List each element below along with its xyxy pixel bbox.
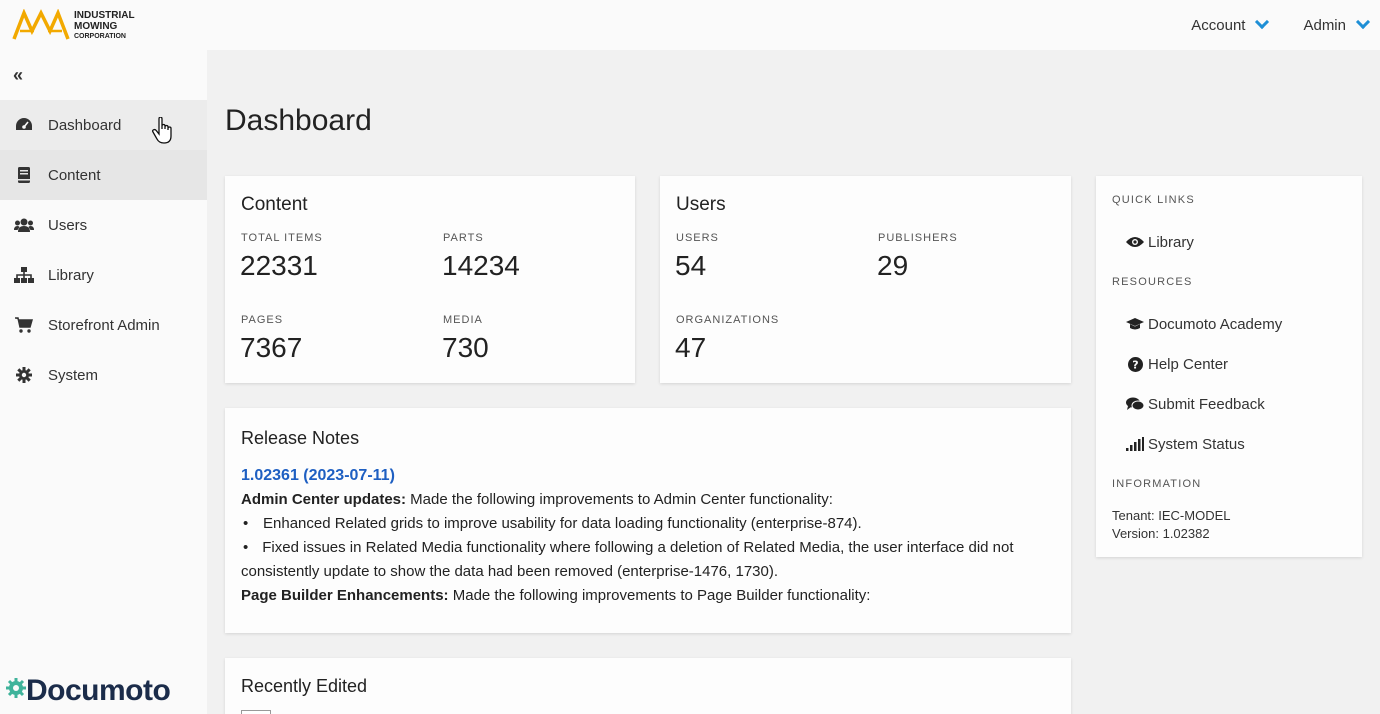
- cart-icon: [14, 315, 34, 335]
- academy-link[interactable]: Documoto Academy: [1126, 315, 1282, 333]
- chevron-down-icon: [1255, 14, 1270, 30]
- graduation-cap-icon: [1126, 315, 1144, 333]
- stat-label: ORGANIZATIONS: [676, 314, 780, 326]
- release-notes-title: Release Notes: [241, 428, 360, 448]
- version-info: Version: 1.02382: [1112, 526, 1210, 541]
- sidebar-item-label: Dashboard: [48, 116, 122, 134]
- logo-line-3: CORPORATION: [74, 32, 126, 40]
- system-status-link-label: System Status: [1148, 435, 1245, 453]
- release-section-heading: Page Builder Enhancements:: [241, 587, 449, 604]
- release-version-link[interactable]: 1.02361 (2023-07-11): [241, 467, 395, 484]
- stat-value: 29: [877, 250, 909, 281]
- stat-value: 47: [675, 332, 707, 363]
- gauge-icon: [14, 115, 34, 135]
- release-bullet: • Fixed issues in Related Media functiona…: [241, 536, 1061, 584]
- library-link[interactable]: Library: [1126, 233, 1194, 251]
- bullet-text: Fixed issues in Related Media functional…: [241, 539, 1014, 580]
- content-card-title: Content: [241, 194, 308, 215]
- academy-link-label: Documoto Academy: [1148, 315, 1283, 333]
- sidebar-item-users[interactable]: Users: [0, 200, 207, 250]
- sidebar-item-label: Content: [48, 166, 101, 184]
- resources-panel: QUICK LINKS Library RESOURCES Documoto A…: [1096, 176, 1362, 557]
- sidebar-item-label: Users: [48, 216, 88, 234]
- system-status-link[interactable]: System Status: [1126, 435, 1245, 453]
- svg-text:?: ?: [1132, 358, 1138, 371]
- collapse-sidebar-button[interactable]: «: [13, 65, 23, 86]
- stat-label: MEDIA: [443, 314, 483, 326]
- documoto-brand: Documoto: [6, 674, 171, 708]
- sidebar-item-storefront-admin[interactable]: Storefront Admin: [0, 300, 207, 350]
- sidebar-item-label: System: [48, 366, 99, 384]
- quick-links-heading: QUICK LINKS: [1112, 194, 1195, 206]
- sidebar-item-label: Library: [48, 266, 94, 284]
- account-menu[interactable]: Account: [1191, 14, 1270, 34]
- account-menu-label: Account: [1191, 16, 1246, 34]
- stat-value: 7367: [240, 332, 303, 363]
- eye-icon: [1126, 233, 1144, 251]
- release-notes-body: 1.02361 (2023-07-11) Admin Center update…: [241, 464, 1061, 608]
- signal-bars-icon: [1126, 435, 1144, 453]
- tenant-info: Tenant: IEC-MODEL: [1112, 508, 1231, 523]
- stat-label: USERS: [676, 232, 719, 244]
- release-section-2: Page Builder Enhancements: Made the foll…: [241, 584, 1061, 608]
- stat-value: 22331: [240, 250, 318, 281]
- help-center-link[interactable]: ? Help Center: [1126, 355, 1228, 373]
- header-menus: Account Admin: [1155, 14, 1371, 34]
- stat-label: PAGES: [241, 314, 284, 326]
- submit-feedback-link-label: Submit Feedback: [1148, 395, 1265, 413]
- brand-wordmark: Documoto: [26, 674, 171, 707]
- admin-menu[interactable]: Admin: [1303, 14, 1371, 34]
- stat-label: PUBLISHERS: [878, 232, 958, 244]
- users-card: Users USERS 54 PUBLISHERS 29 ORGANIZATIO…: [660, 176, 1071, 383]
- bullet-dot: •: [243, 539, 249, 556]
- content-card: Content TOTAL ITEMS 22331 PARTS 14234 PA…: [225, 176, 635, 383]
- admin-menu-label: Admin: [1303, 16, 1346, 34]
- users-icon: [14, 215, 34, 235]
- release-section-text: Made the following improvements to Admin…: [406, 491, 833, 508]
- stat-value: 14234: [442, 250, 520, 281]
- sidebar-item-library[interactable]: Library: [0, 250, 207, 300]
- recently-edited-title: Recently Edited: [241, 676, 368, 696]
- mower-logo-icon: [12, 9, 70, 40]
- release-bullet: • Enhanced Related grids to improve usabi…: [241, 512, 1061, 536]
- question-circle-icon: ?: [1126, 355, 1144, 373]
- logo-line-1: INDUSTRIAL: [74, 9, 135, 21]
- logo-line-2: MOWING: [74, 20, 118, 32]
- bullet-text: Enhanced Related grids to improve usabil…: [263, 515, 862, 532]
- recently-edited-card: Recently Edited: [225, 658, 1071, 714]
- company-logo[interactable]: INDUSTRIAL MOWING CORPORATION: [12, 9, 135, 41]
- stat-value: 730: [442, 332, 489, 363]
- sitemap-icon: [14, 265, 34, 285]
- sidebar-nav: Dashboard Content Users Library Storefro…: [0, 100, 207, 400]
- release-section-1: Admin Center updates: Made the following…: [241, 488, 1061, 512]
- sidebar: « Dashboard Content Users Library Storef…: [0, 50, 207, 714]
- top-header: INDUSTRIAL MOWING CORPORATION Account Ad…: [0, 0, 1380, 50]
- stat-label: TOTAL ITEMS: [241, 232, 323, 244]
- release-section-heading: Admin Center updates:: [241, 491, 407, 508]
- bullet-dot: •: [243, 515, 249, 532]
- information-heading: INFORMATION: [1112, 478, 1202, 490]
- chevron-down-icon: [1355, 14, 1371, 30]
- sidebar-item-label: Storefront Admin: [48, 316, 160, 334]
- resources-heading: RESOURCES: [1112, 276, 1193, 288]
- stat-label: PARTS: [443, 232, 484, 244]
- stat-value: 54: [675, 250, 707, 281]
- comments-icon: [1126, 395, 1144, 413]
- gear-icon: [14, 365, 34, 385]
- release-section-text: Made the following improvements to Page …: [448, 587, 871, 604]
- documoto-gear-icon: [6, 678, 26, 698]
- release-notes-card: Release Notes 1.02361 (2023-07-11) Admin…: [225, 408, 1071, 633]
- page-title: Dashboard: [225, 104, 372, 137]
- sidebar-item-content[interactable]: Content: [0, 150, 207, 200]
- users-card-title: Users: [676, 194, 726, 215]
- sidebar-item-system[interactable]: System: [0, 350, 207, 400]
- hand-cursor-icon: [152, 117, 172, 144]
- checkbox[interactable]: [241, 710, 271, 714]
- logo-wordmark: INDUSTRIAL MOWING CORPORATION: [74, 10, 135, 41]
- submit-feedback-link[interactable]: Submit Feedback: [1126, 395, 1265, 413]
- help-center-link-label: Help Center: [1148, 355, 1229, 373]
- book-icon: [14, 165, 34, 185]
- library-link-label: Library: [1148, 233, 1194, 251]
